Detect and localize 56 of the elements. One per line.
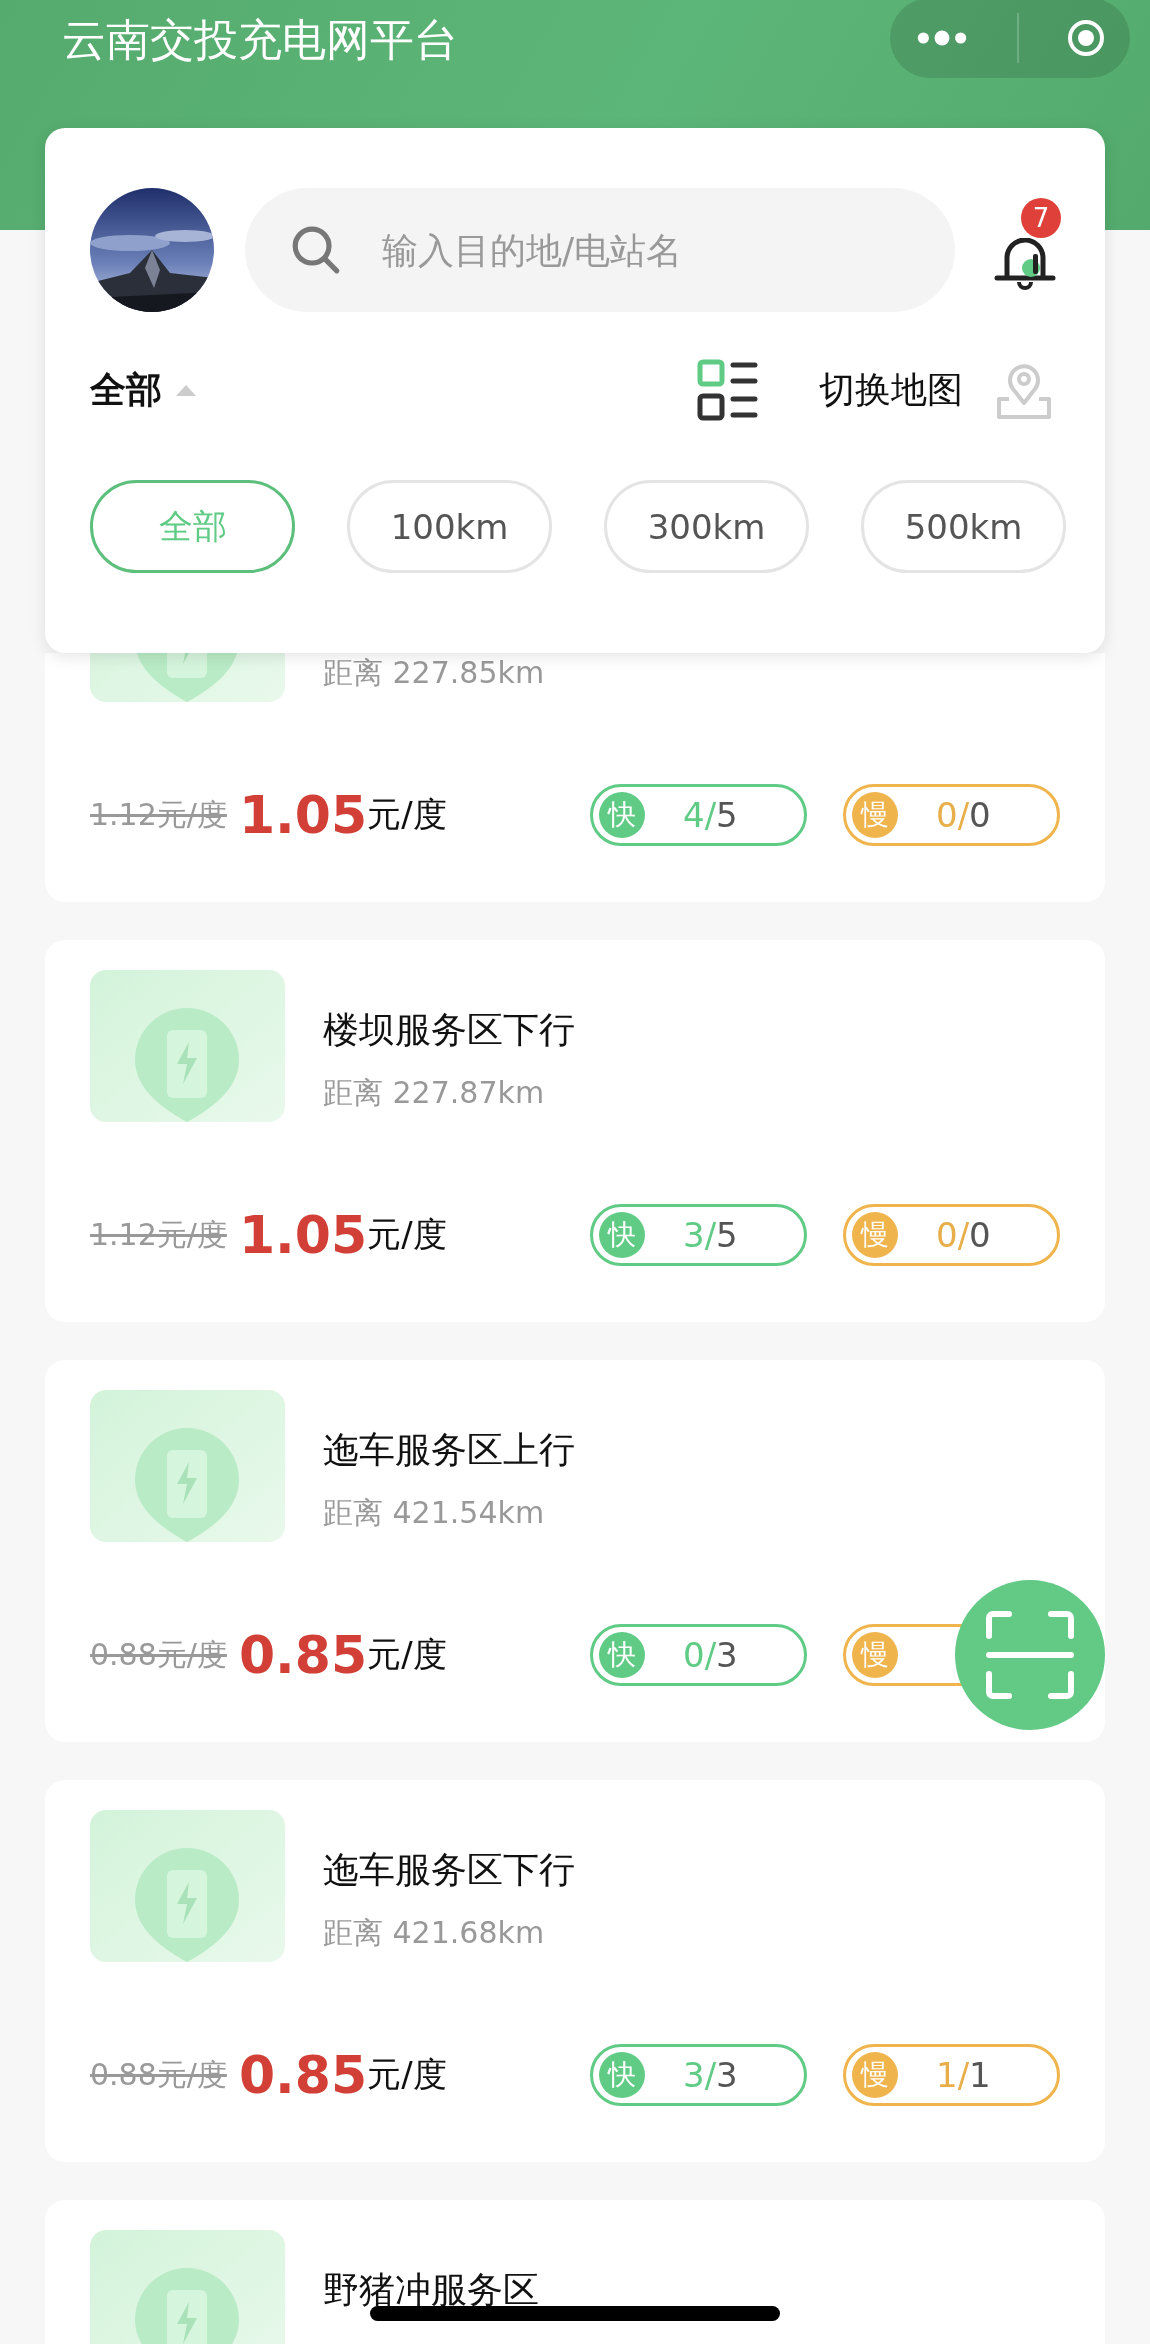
station-card[interactable]: 楼坝服务区下行 距离 227.87km 1.12元/度 1.05元/度 快 3/5 慢 0/0: [45, 940, 1105, 1322]
filter-dropdown[interactable]: 全部: [90, 365, 162, 415]
distance-chip[interactable]: 100km: [347, 480, 552, 573]
charger-count: 3/3: [683, 2055, 738, 2095]
price-value: 1.05: [238, 1205, 368, 1265]
price-unit: 元/度: [367, 793, 447, 836]
charging-station-icon: [90, 1810, 285, 1962]
charger-type-label: 慢: [852, 1212, 898, 1258]
price-unit: 元/度: [367, 1633, 447, 1676]
charger-count: 1/1: [936, 2055, 991, 2095]
distance-text: 距离 421.54km: [323, 1494, 546, 1532]
charger-type-label: 快: [599, 792, 645, 838]
charger-count: 0/0: [936, 1215, 991, 1255]
charger-type-label: 快: [599, 1632, 645, 1678]
caret-icon: [174, 383, 198, 397]
price-value: 1.05: [238, 785, 368, 845]
station-card[interactable]: 野猪冲服务区: [45, 2200, 1105, 2344]
search-field[interactable]: 输入目的地/电站名: [245, 188, 955, 312]
charging-station-icon: [90, 1390, 285, 1542]
charger-type-label: 慢: [852, 792, 898, 838]
switch-map-link[interactable]: 切换地图: [819, 365, 963, 415]
distance-chip[interactable]: 500km: [861, 480, 1066, 573]
station-name: 楼坝服务区下行: [323, 1009, 575, 1050]
charger-type-label: 慢: [852, 2052, 898, 2098]
original-price: 1.12元/度: [90, 1215, 227, 1254]
charger-count: 0/0: [936, 795, 991, 835]
charger-count: 3/5: [683, 1215, 738, 1255]
price-unit: 元/度: [367, 1213, 447, 1256]
search-icon: [290, 224, 342, 276]
charger-type-label: 快: [599, 1212, 645, 1258]
station-card[interactable]: 迤车服务区上行 距离 421.54km 0.88元/度 0.85元/度 快 0/3 慢: [45, 1360, 1105, 1742]
distance-chip[interactable]: 300km: [604, 480, 809, 573]
charger-type-label: 快: [599, 2052, 645, 2098]
charger-type-label: 慢: [852, 1632, 898, 1678]
notification-badge: 7: [1021, 198, 1061, 238]
charging-station-icon: [90, 970, 285, 1122]
price-value: 0.85: [238, 1625, 368, 1685]
charger-count: 0/3: [683, 1635, 738, 1675]
station-name: 迤车服务区上行: [323, 1429, 575, 1470]
charging-station-icon: [90, 2230, 285, 2344]
distance-text: 距离 227.85km: [323, 654, 545, 692]
station-card[interactable]: 距离 227.85km 1.12元/度 1.05元/度 快 4/5 慢 0/0: [45, 653, 1105, 902]
original-price: 1.12元/度: [90, 795, 227, 834]
price-value: 0.85: [238, 2045, 368, 2105]
station-name: 迤车服务区下行: [323, 1849, 575, 1890]
distance-text: 距离 227.87km: [323, 1074, 546, 1112]
station-card[interactable]: 迤车服务区下行 距离 421.68km 0.88元/度 0.85元/度 快 3/3 慢 1/1: [45, 1780, 1105, 2162]
distance-text: 距离 421.68km: [323, 1914, 546, 1952]
charger-count: 4/5: [683, 795, 738, 835]
station-name: 野猪冲服务区: [323, 2269, 539, 2310]
list-view-icon[interactable]: [697, 359, 759, 421]
original-price: 0.88元/度: [90, 1635, 227, 1674]
price-unit: 元/度: [367, 2053, 447, 2096]
original-price: 0.88元/度: [90, 2055, 227, 2094]
app-title: 云南交投充电网平台: [62, 13, 458, 67]
scan-icon: [985, 1610, 1075, 1700]
